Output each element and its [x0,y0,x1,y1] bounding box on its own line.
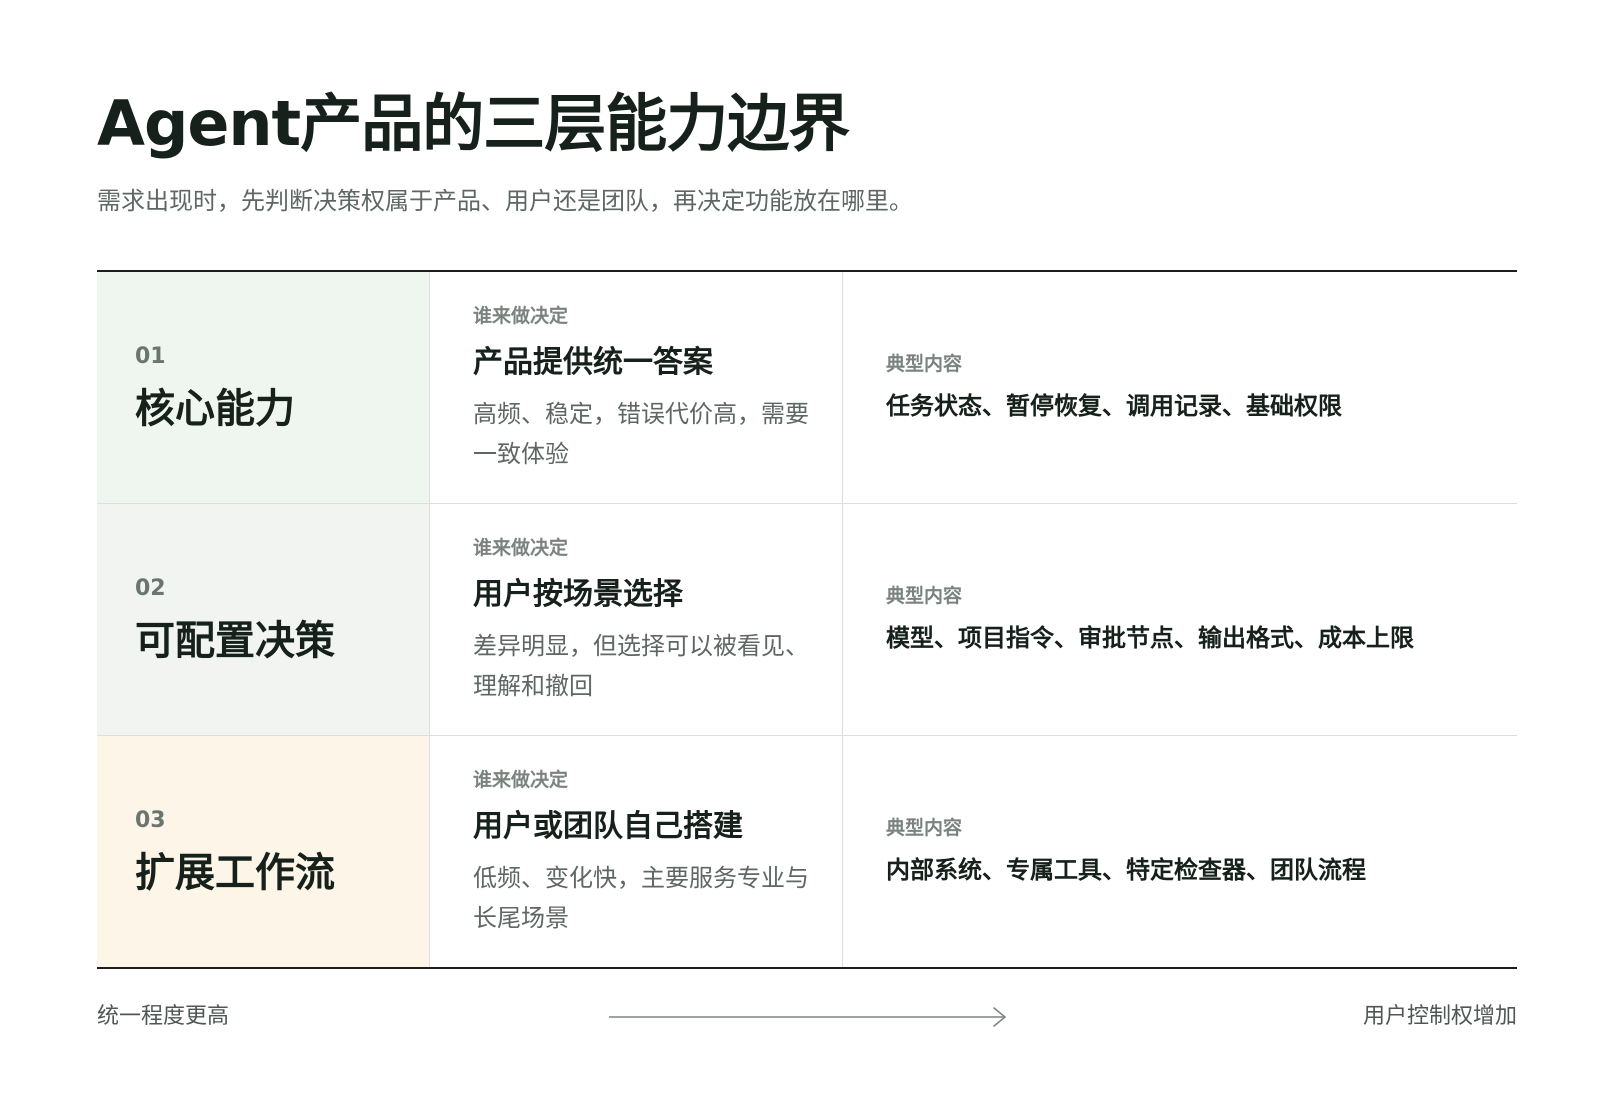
layer-row-extension: 03 扩展工作流 谁来做决定 用户或团队自己搭建 低频、变化快，主要服务专业与长… [97,735,1517,967]
content-cell: 典型内容 任务状态、暂停恢复、调用记录、基础权限 [843,272,1517,503]
decider-description: 差异明显，但选择可以被看见、理解和撤回 [473,632,809,700]
layer-name: 核心能力 [135,386,295,432]
decider-label: 谁来做决定 [473,537,569,559]
layer-name-cell: 01 核心能力 [97,272,430,503]
content-label: 典型内容 [886,585,963,607]
layer-name-cell: 03 扩展工作流 [97,736,430,967]
page-title: Agent产品的三层能力边界 [97,87,850,160]
spectrum-start-label: 统一程度更高 [97,1004,230,1029]
decider-description: 低频、变化快，主要服务专业与长尾场景 [473,864,809,932]
spectrum-footer: 统一程度更高 用户控制权增加 [97,1001,1517,1033]
decider-text: 用户按场景选择 [473,577,683,612]
content-text: 内部系统、专属工具、特定检查器、团队流程 [886,856,1366,884]
layer-row-core: 01 核心能力 谁来做决定 产品提供统一答案 高频、稳定，错误代价高，需要一致体… [97,272,1517,503]
content-cell: 典型内容 模型、项目指令、审批节点、输出格式、成本上限 [843,504,1517,735]
content-cell: 典型内容 内部系统、专属工具、特定检查器、团队流程 [843,736,1517,967]
decider-description: 高频、稳定，错误代价高，需要一致体验 [473,400,809,468]
content-label: 典型内容 [886,353,963,375]
spectrum-end-label: 用户控制权增加 [1362,1004,1517,1029]
layer-name-cell: 02 可配置决策 [97,504,430,735]
layer-name: 可配置决策 [135,618,335,664]
arrow-right-icon [609,1007,1006,1027]
layer-number: 01 [135,344,166,369]
decider-cell: 谁来做决定 用户按场景选择 差异明显，但选择可以被看见、理解和撤回 [430,504,843,735]
decider-text: 产品提供统一答案 [473,345,713,380]
layer-name: 扩展工作流 [135,850,335,896]
decider-cell: 谁来做决定 用户或团队自己搭建 低频、变化快，主要服务专业与长尾场景 [430,736,843,967]
layer-row-configurable: 02 可配置决策 谁来做决定 用户按场景选择 差异明显，但选择可以被看见、理解和… [97,503,1517,735]
layers-table: 01 核心能力 谁来做决定 产品提供统一答案 高频、稳定，错误代价高，需要一致体… [97,270,1517,969]
layer-number: 03 [135,808,166,833]
content-text: 任务状态、暂停恢复、调用记录、基础权限 [886,392,1342,420]
page-subtitle: 需求出现时，先判断决策权属于产品、用户还是团队，再决定功能放在哪里。 [97,187,913,215]
decider-label: 谁来做决定 [473,769,569,791]
content-text: 模型、项目指令、审批节点、输出格式、成本上限 [886,624,1414,652]
layer-number: 02 [135,576,166,601]
decider-text: 用户或团队自己搭建 [473,809,743,844]
content-label: 典型内容 [886,817,963,839]
decider-label: 谁来做决定 [473,305,569,327]
decider-cell: 谁来做决定 产品提供统一答案 高频、稳定，错误代价高，需要一致体验 [430,272,843,503]
